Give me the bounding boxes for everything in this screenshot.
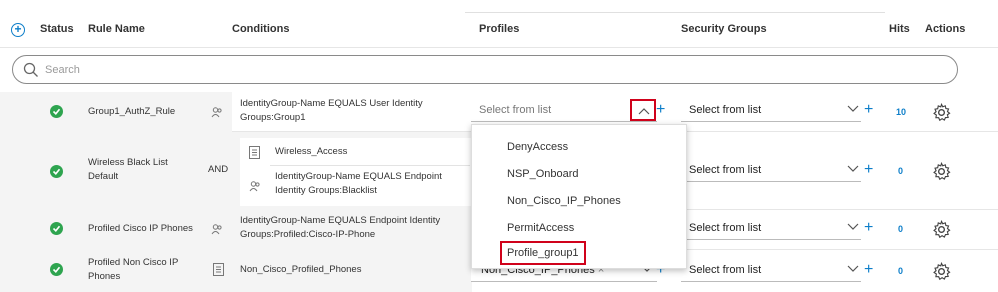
col-security-groups: Security Groups xyxy=(681,23,767,35)
profile-select-value: Select from list xyxy=(479,104,552,116)
rule-name[interactable]: Profiled Cisco IP Phones xyxy=(88,222,193,236)
col-profiles: Profiles xyxy=(479,23,520,35)
security-group-value: Select from list xyxy=(689,164,762,176)
header-group-divider xyxy=(465,12,885,13)
col-actions: Actions xyxy=(925,23,966,35)
search-placeholder: Search xyxy=(45,64,80,76)
gear-icon[interactable] xyxy=(932,220,951,239)
add-profile-icon[interactable]: + xyxy=(656,102,665,118)
identity-group-icon xyxy=(249,181,260,192)
chevron-up-icon xyxy=(638,108,650,115)
security-group-select[interactable]: Select from list xyxy=(681,218,861,240)
security-group-select[interactable]: Select from list xyxy=(681,260,861,282)
document-icon xyxy=(249,146,260,159)
dropdown-option-permitaccess[interactable]: PermitAccess xyxy=(507,222,574,234)
hits-count[interactable]: 0 xyxy=(898,266,903,276)
condition-text[interactable]: Non_Cisco_Profiled_Phones xyxy=(240,263,361,277)
security-group-select[interactable]: Select from list xyxy=(681,100,861,122)
hits-count[interactable]: 10 xyxy=(896,107,906,117)
add-security-group-icon[interactable]: + xyxy=(864,220,873,236)
rule-name[interactable]: Group1_AuthZ_Rule xyxy=(88,105,175,119)
add-security-group-icon[interactable]: + xyxy=(864,102,873,118)
col-rule-name[interactable]: Rule Name xyxy=(88,23,145,35)
security-group-select[interactable]: Select from list xyxy=(681,160,861,182)
dropdown-option-profile-group1[interactable]: Profile_group1 xyxy=(507,247,579,259)
status-enabled-icon[interactable] xyxy=(50,222,63,235)
status-enabled-icon[interactable] xyxy=(50,263,63,276)
security-group-value: Select from list xyxy=(689,104,762,116)
gear-icon[interactable] xyxy=(932,103,951,122)
col-conditions: Conditions xyxy=(232,23,290,35)
identity-group-icon xyxy=(211,107,222,118)
dropdown-option-non-cisco-ip-phones[interactable]: Non_Cisco_IP_Phones xyxy=(507,195,621,207)
identity-group-icon xyxy=(211,224,222,235)
dropdown-option-denyaccess[interactable]: DenyAccess xyxy=(507,141,568,153)
search-input[interactable]: Search xyxy=(12,55,958,84)
security-group-value: Select from list xyxy=(689,264,762,276)
dropdown-option-highlight[interactable]: Profile_group1 xyxy=(500,241,586,265)
search-icon xyxy=(23,62,38,77)
chevron-down-icon[interactable] xyxy=(847,223,859,231)
col-hits: Hits xyxy=(889,23,910,35)
status-enabled-icon[interactable] xyxy=(50,105,63,118)
rule-name[interactable]: Wireless Black List Default xyxy=(88,156,198,184)
condition-text[interactable]: IdentityGroup-Name EQUALS Endpoint Ident… xyxy=(240,214,465,242)
security-group-value: Select from list xyxy=(689,222,762,234)
chevron-down-icon[interactable] xyxy=(847,265,859,273)
col-status: Status xyxy=(40,23,74,35)
condition-text[interactable]: Wireless_Access xyxy=(275,145,347,159)
status-enabled-icon[interactable] xyxy=(50,165,63,178)
dropdown-option-nsp-onboard[interactable]: NSP_Onboard xyxy=(507,168,579,180)
gear-icon[interactable] xyxy=(932,262,951,281)
hits-count[interactable]: 0 xyxy=(898,166,903,176)
table-header: + Status Rule Name Conditions Profiles S… xyxy=(0,0,998,48)
gear-icon[interactable] xyxy=(932,162,951,181)
profile-dropdown-menu: DenyAccess NSP_Onboard Non_Cisco_IP_Phon… xyxy=(471,124,687,269)
add-security-group-icon[interactable]: + xyxy=(864,162,873,178)
add-rule-icon[interactable]: + xyxy=(11,23,25,37)
hits-count[interactable]: 0 xyxy=(898,224,903,234)
condition-text[interactable]: IdentityGroup-Name EQUALS Endpoint Ident… xyxy=(275,170,470,198)
condition-text[interactable]: IdentityGroup-Name EQUALS User Identity … xyxy=(240,97,462,125)
condition-block[interactable]: Wireless_Access IdentityGroup-Name EQUAL… xyxy=(240,138,472,206)
chevron-down-icon[interactable] xyxy=(847,105,859,113)
add-security-group-icon[interactable]: + xyxy=(864,262,873,278)
condition-operator: AND xyxy=(208,164,229,175)
document-icon xyxy=(213,263,224,276)
chevron-down-icon[interactable] xyxy=(847,165,859,173)
rule-name[interactable]: Profiled Non Cisco IP Phones xyxy=(88,256,198,284)
dropdown-toggle-highlight[interactable] xyxy=(630,99,656,121)
